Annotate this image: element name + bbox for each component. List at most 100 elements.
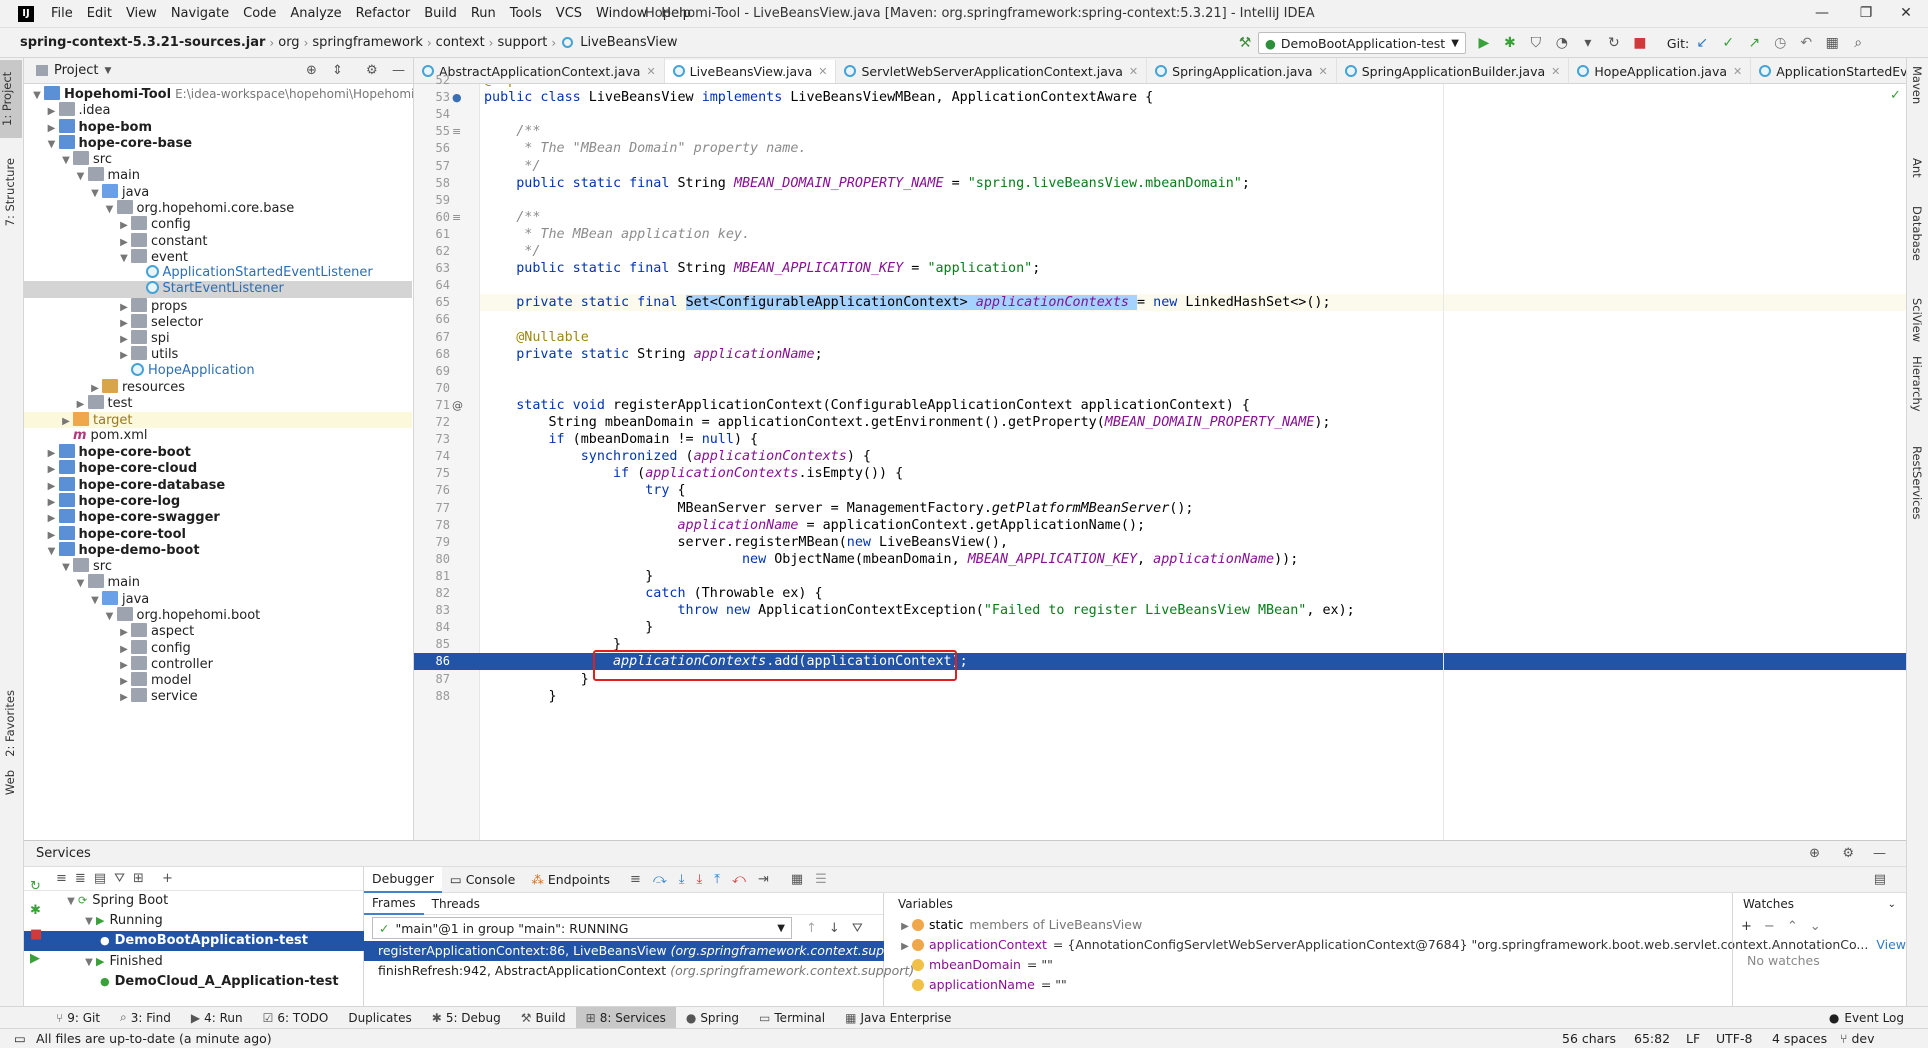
- code-line[interactable]: }: [480, 688, 1906, 705]
- bottom-tab[interactable]: ▶ 4: Run: [181, 1007, 253, 1029]
- bottom-tab[interactable]: ⑂ 9: Git: [46, 1007, 110, 1029]
- tree-row[interactable]: ▼ java: [24, 590, 412, 607]
- tree-row[interactable]: ▶ constant: [24, 232, 412, 249]
- step-out-icon[interactable]: ⤒: [714, 872, 720, 887]
- code-line[interactable]: if (applicationContexts.isEmpty()) {: [480, 465, 1906, 482]
- step-over-icon[interactable]: ⤼: [653, 872, 667, 887]
- menu-view[interactable]: View: [119, 6, 164, 21]
- tree-row[interactable]: ▶ spi: [24, 330, 412, 346]
- group-icon[interactable]: ▤: [94, 871, 106, 886]
- breadcrumb-item[interactable]: support: [493, 35, 551, 50]
- expanded-arrow-icon[interactable]: ▼: [64, 892, 78, 912]
- hammer-icon[interactable]: ⚒: [1235, 33, 1255, 53]
- status-line-separator[interactable]: LF: [1686, 1031, 1700, 1046]
- stack-frame[interactable]: registerApplicationContext:86, LiveBeans…: [364, 941, 915, 961]
- filter-icon[interactable]: ⛛: [114, 871, 125, 886]
- editor-tab[interactable]: ServletWebServerApplicationContext.java ✕: [836, 58, 1148, 83]
- bottom-tab[interactable]: ⚒ Build: [511, 1007, 576, 1029]
- bottom-tab[interactable]: ▦ Java Enterprise: [835, 1007, 961, 1029]
- tree-row[interactable]: ▼ src: [24, 558, 412, 574]
- menu-file[interactable]: File: [44, 6, 80, 21]
- step-into-icon[interactable]: ⤓: [679, 872, 685, 887]
- hide-icon[interactable]: —: [392, 63, 405, 78]
- run-to-cursor-icon[interactable]: ⇥: [758, 872, 769, 887]
- run-icon[interactable]: ▶: [1474, 33, 1494, 53]
- history-icon[interactable]: ◷: [1770, 33, 1790, 53]
- menu-tools[interactable]: Tools: [503, 6, 549, 21]
- bottom-tab[interactable]: ● Spring: [676, 1007, 749, 1029]
- stop-icon[interactable]: ■: [1630, 33, 1650, 53]
- editor-tab[interactable]: LiveBeansView.java ✕: [664, 59, 837, 83]
- git-update-icon[interactable]: ↙: [1692, 33, 1712, 53]
- tree-row[interactable]: ApplicationStartedEventListener: [24, 265, 412, 281]
- bottom-tab[interactable]: ▭ Terminal: [749, 1007, 835, 1029]
- tree-row[interactable]: ▶ props: [24, 297, 412, 314]
- locate-icon[interactable]: ⊕: [306, 63, 317, 78]
- status-indent[interactable]: 4 spaces: [1772, 1031, 1827, 1046]
- breadcrumb-item[interactable]: spring-context-5.3.21-sources.jar: [0, 35, 269, 50]
- tree-row[interactable]: ▼ event: [24, 248, 412, 265]
- tree-row[interactable]: ▶ model: [24, 672, 412, 688]
- gear-icon[interactable]: ⚙: [1842, 846, 1854, 861]
- code-line[interactable]: /**: [480, 209, 1906, 226]
- code-line[interactable]: catch (Throwable ex) {: [480, 585, 1906, 602]
- code-line[interactable]: if (mbeanDomain != null) {: [480, 431, 1906, 448]
- code-line[interactable]: */: [480, 243, 1906, 260]
- bottom-tab[interactable]: Duplicates: [338, 1007, 421, 1029]
- menu-analyze[interactable]: Analyze: [283, 6, 348, 21]
- breadcrumb-item[interactable]: springframework: [308, 35, 426, 50]
- arrow-up-icon[interactable]: ↑: [806, 921, 817, 936]
- editor-tab[interactable]: SpringApplication.java ✕: [1147, 58, 1337, 83]
- tab-threads[interactable]: Threads: [424, 893, 488, 915]
- debug-icon[interactable]: ✱: [1500, 33, 1520, 53]
- breadcrumb-item[interactable]: context: [432, 35, 489, 50]
- tree-row[interactable]: ▶ hope-core-database: [24, 476, 412, 493]
- tree-row[interactable]: ▶ aspect: [24, 623, 412, 639]
- code-line[interactable]: applicationName = applicationContext.get…: [480, 517, 1906, 534]
- tree-row[interactable]: StartEventListener: [24, 281, 412, 298]
- git-push-icon[interactable]: ↗: [1744, 33, 1764, 53]
- tree-row[interactable]: ▶ hope-core-swagger: [24, 509, 412, 525]
- hide-icon[interactable]: —: [1873, 846, 1886, 861]
- run-icon[interactable]: ▶: [30, 947, 50, 971]
- tree-row[interactable]: ▶ selector: [24, 313, 412, 330]
- code-line[interactable]: }: [480, 568, 1906, 585]
- tab-project[interactable]: 1: Project: [0, 60, 22, 138]
- variable-row[interactable]: ▶ static members of LiveBeansView: [884, 915, 1732, 935]
- close-icon[interactable]: ✕: [1884, 2, 1928, 24]
- menu-run[interactable]: Run: [464, 6, 503, 21]
- code-line[interactable]: public static final String MBEAN_DOMAIN_…: [480, 175, 1906, 192]
- code-line[interactable]: try {: [480, 482, 1906, 499]
- tree-row[interactable]: ▶ hope-bom: [24, 118, 412, 135]
- tab-maven[interactable]: Maven: [1910, 66, 1924, 104]
- rerun-icon[interactable]: ↻: [30, 875, 50, 899]
- tree-row[interactable]: ▶ service: [24, 688, 412, 704]
- code-line[interactable]: */: [480, 158, 1906, 175]
- code-line[interactable]: private static String applicationName;: [480, 346, 1906, 363]
- variable-row[interactable]: applicationName = "": [884, 975, 1732, 995]
- tree-row[interactable]: ▶ .idea: [24, 102, 412, 118]
- tree-row[interactable]: m pom.xml: [24, 428, 412, 444]
- arrow-down-icon[interactable]: ↓: [829, 921, 840, 936]
- close-tab-icon[interactable]: ✕: [1733, 65, 1742, 78]
- code-line[interactable]: static void registerApplicationContext(C…: [480, 397, 1906, 414]
- code-line[interactable]: [480, 363, 1906, 380]
- rerun-icon[interactable]: ↻: [1604, 33, 1624, 53]
- layout-icon[interactable]: ▤: [1874, 872, 1886, 887]
- menu-build[interactable]: Build: [417, 6, 464, 21]
- chevron-down-icon[interactable]: ⌄: [1888, 899, 1896, 910]
- editor-tab[interactable]: AbstractApplicationContext.java ✕: [414, 58, 665, 83]
- code-line[interactable]: }: [480, 619, 1906, 636]
- code-line[interactable]: * The "MBean Domain" property name.: [480, 140, 1906, 157]
- move-up-icon[interactable]: ⌃: [1787, 919, 1798, 934]
- new-tab-icon[interactable]: ⊞: [133, 871, 144, 886]
- rollback-icon[interactable]: ↶: [1796, 33, 1816, 53]
- code-line[interactable]: public static final String MBEAN_APPLICA…: [480, 260, 1906, 277]
- variable-row[interactable]: ▶ applicationContext = {AnnotationConfigSe…: [884, 935, 1906, 955]
- git-commit-icon[interactable]: ✓: [1718, 33, 1738, 53]
- tab-structure[interactable]: 7: Structure: [3, 154, 17, 230]
- tree-row[interactable]: ▶ hope-core-log: [24, 493, 412, 509]
- close-tab-icon[interactable]: ✕: [818, 65, 827, 78]
- stop-icon[interactable]: ■: [30, 923, 50, 947]
- breadcrumb-item[interactable]: LiveBeansView: [576, 35, 681, 50]
